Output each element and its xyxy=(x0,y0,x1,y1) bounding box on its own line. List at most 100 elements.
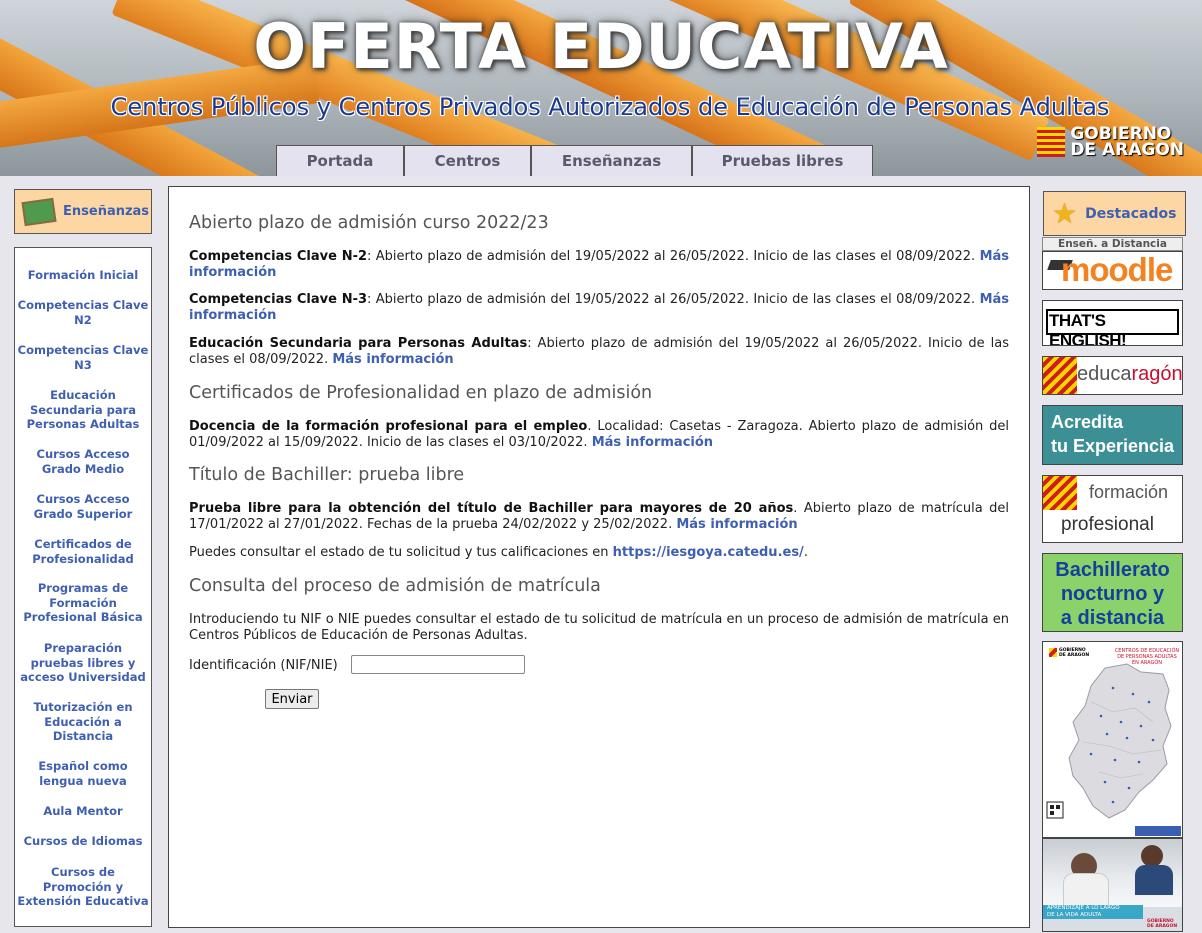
enviar-button[interactable]: Enviar xyxy=(265,689,319,709)
news-item-title: Educación Secundaria para Personas Adult… xyxy=(189,336,528,351)
mas-informacion-link[interactable]: Más información xyxy=(676,517,797,532)
menu-item-acceso-grado-medio[interactable]: Cursos Acceso Grado Medio xyxy=(15,447,151,476)
site-subtitle: Centros Públicos y Centros Privados Auto… xyxy=(110,93,1110,121)
mapa-centros-banner[interactable]: GOBIERNO DE ARAGON CENTROS DE EDUCACIÓN D… xyxy=(1042,641,1183,838)
menu-item-text: Formación xyxy=(49,595,117,610)
section-title-certificados: Certificados de Profesionalidad en plazo… xyxy=(189,383,653,403)
star-icon: ★ xyxy=(1052,197,1078,230)
bach-line3: a distancia xyxy=(1060,607,1165,629)
menu-item-text: Profesional Básica xyxy=(23,610,143,624)
chalkboard-icon xyxy=(21,197,57,226)
menu-item-text: Tutorización en xyxy=(33,700,133,714)
main-content: Abierto plazo de admisión curso 2022/23 … xyxy=(168,186,1030,928)
menu-item-text: Educación xyxy=(50,388,116,402)
moodle-banner[interactable]: moodle xyxy=(1042,251,1183,290)
tab-ensenanzas[interactable]: Enseñanzas xyxy=(531,145,692,176)
bachillerato-text: Bachillerato nocturno y a distancia xyxy=(1043,558,1182,630)
educaragon-part2: ragón xyxy=(1131,363,1183,385)
menu-item-acceso-grado-superior[interactable]: Cursos Acceso Grado Superior xyxy=(15,492,151,521)
menu-item-text: Preparación xyxy=(43,641,123,655)
student-photo-figure xyxy=(1135,865,1173,895)
aragon-flag-icon xyxy=(1037,127,1066,157)
photo-caption: APRENDIZAJE A LO LARGO DE LA VIDA ADULTA xyxy=(1043,905,1143,919)
menu-item-text: Promoción y xyxy=(42,879,124,894)
tab-portada[interactable]: Portada xyxy=(276,145,404,176)
menu-item-text: N2 xyxy=(74,312,92,327)
menu-item-text: Grado Superior xyxy=(33,506,133,521)
menu-item-espanol-lengua-nueva[interactable]: Español como lengua nueva xyxy=(15,759,151,788)
fp-line1: formación xyxy=(1089,482,1169,502)
menu-item-text: Secundaria para xyxy=(29,402,137,417)
news-item-text: : Abierto plazo de admisión del 19/05/20… xyxy=(367,249,980,264)
menu-item-competencias-n3[interactable]: Competencias Clave N3 xyxy=(15,343,151,372)
menu-item-text: Cursos Acceso xyxy=(36,492,130,506)
menu-item-text: Cursos de Idiomas xyxy=(23,834,143,848)
acredita-line1: Acredita xyxy=(1051,412,1124,432)
tab-pruebas-libres[interactable]: Pruebas libres xyxy=(692,145,873,176)
menu-item-aula-mentor[interactable]: Aula Mentor xyxy=(15,804,151,819)
fp-line2: profesional xyxy=(1061,514,1154,535)
header-banner: OFERTA EDUCATIVA Centros Públicos y Cent… xyxy=(0,0,1202,176)
destacados-heading-label: Destacados xyxy=(1085,205,1177,222)
menu-item-secundaria-adultos[interactable]: Educación Secundaria para Personas Adultas xyxy=(15,388,151,432)
educaragon-banner[interactable]: educaragón xyxy=(1042,356,1183,395)
bachillerato-nocturno-banner[interactable]: Bachillerato nocturno y a distancia xyxy=(1042,553,1183,632)
menu-item-competencias-n2[interactable]: Competencias Clave N2 xyxy=(15,298,151,327)
menu-item-cursos-idiomas[interactable]: Cursos de Idiomas xyxy=(15,834,151,849)
aragon-map-illustration xyxy=(1046,663,1181,836)
note-end: . xyxy=(803,545,808,560)
aprendizaje-vida-adulta-banner[interactable]: APRENDIZAJE A LO LARGO DE LA VIDA ADULTA… xyxy=(1042,838,1183,932)
menu-item-pruebas-libres-universidad[interactable]: Preparación pruebas libres y acceso Univer… xyxy=(15,641,151,685)
destacados-heading[interactable]: ★ Destacados xyxy=(1043,191,1186,236)
photo-caption-line2: DE LA VIDA ADULTA xyxy=(1047,912,1102,918)
iesgoya-link[interactable]: https://iesgoya.catedu.es/ xyxy=(613,545,804,560)
menu-item-formacion-inicial[interactable]: Formación Inicial xyxy=(15,268,151,283)
educaragon-part1: educa xyxy=(1077,363,1132,385)
gov-logo-text: GOBIERNO DE ARAGON xyxy=(1070,126,1184,159)
thats-english-logo-text: THAT'S ENGLISH! xyxy=(1049,311,1127,346)
gobierno-aragon-logo[interactable]: GOBIERNO DE ARAGON xyxy=(1037,126,1184,159)
menu-item-text: Competencias Clave xyxy=(17,343,149,357)
mas-informacion-link[interactable]: Más información xyxy=(592,435,713,450)
menu-item-text: Personas Adultas xyxy=(26,417,140,431)
bach-line2: nocturno y xyxy=(1060,583,1165,605)
news-item-docencia: Docencia de la formación profesional par… xyxy=(189,419,1009,450)
menu-item-text: Certificados de xyxy=(34,537,132,551)
menu-item-text: Programas de xyxy=(37,581,129,595)
news-item-competencias-n2: Competencias Clave N-2: Abierto plazo de… xyxy=(189,249,1009,280)
bach-line1: Bachillerato xyxy=(1055,559,1170,581)
menu-item-text: N3 xyxy=(74,357,92,372)
news-item-secundaria: Educación Secundaria para Personas Adult… xyxy=(189,336,1009,367)
aragon-stripes-icon xyxy=(1043,357,1077,394)
news-item-title: Competencias Clave N-2 xyxy=(189,249,368,264)
news-item-bachiller: Prueba libre para la obtención del títul… xyxy=(189,501,1009,532)
acredita-experiencia-banner[interactable]: Acredita tu Experiencia xyxy=(1042,405,1183,465)
educaragon-logo-text: educaragón xyxy=(1077,363,1183,386)
mas-informacion-link[interactable]: Más información xyxy=(332,352,453,367)
iesgoya-note: Puedes consultar el estado de tu solicit… xyxy=(189,545,1009,561)
main-nav-tabs: Portada Centros Enseñanzas Pruebas libre… xyxy=(276,145,873,176)
tab-centros[interactable]: Centros xyxy=(404,145,531,176)
nif-input[interactable] xyxy=(351,655,525,674)
ensenanzas-menu: Formación Inicial Competencias Clave N2 C… xyxy=(14,247,152,927)
thats-english-banner[interactable]: THAT'S ENGLISH! xyxy=(1042,300,1183,346)
formacion-profesional-banner[interactable]: formación profesional xyxy=(1042,475,1183,543)
menu-item-text: lengua nueva xyxy=(39,773,127,788)
news-item-competencias-n3: Competencias Clave N-3: Abierto plazo de… xyxy=(189,292,1009,323)
photo-gov-logo: GOBIERNO DE ARAGON xyxy=(1147,919,1178,929)
ensenanzas-heading[interactable]: Enseñanzas xyxy=(14,189,152,234)
menu-item-certificados-profesionalidad[interactable]: Certificados de Profesionalidad xyxy=(15,537,151,566)
menu-item-fp-basica[interactable]: Programas de Formación Profesional Básica xyxy=(15,581,151,625)
menu-item-promocion-extension[interactable]: Cursos de Promoción y Extensión Educativa xyxy=(15,865,151,909)
ensenanzas-heading-label: Enseñanzas xyxy=(63,204,150,219)
nif-label: Identificación (NIF/NIE) xyxy=(189,658,338,673)
site-title: OFERTA EDUCATIVA xyxy=(253,10,949,83)
news-item-title: Prueba libre para la obtención del títul… xyxy=(189,501,794,516)
menu-item-tutorizacion-distancia[interactable]: Tutorización en Educación a Distancia xyxy=(15,700,151,744)
menu-item-text: Cursos Acceso xyxy=(36,447,130,461)
moodle-logo-text: moodle xyxy=(1061,251,1173,288)
section-title-admision: Abierto plazo de admisión curso 2022/23 xyxy=(189,213,549,233)
menu-item-text: Aula Mentor xyxy=(43,804,123,818)
menu-item-text: Grado Medio xyxy=(41,461,125,476)
menu-item-text: Cursos de xyxy=(51,865,115,879)
